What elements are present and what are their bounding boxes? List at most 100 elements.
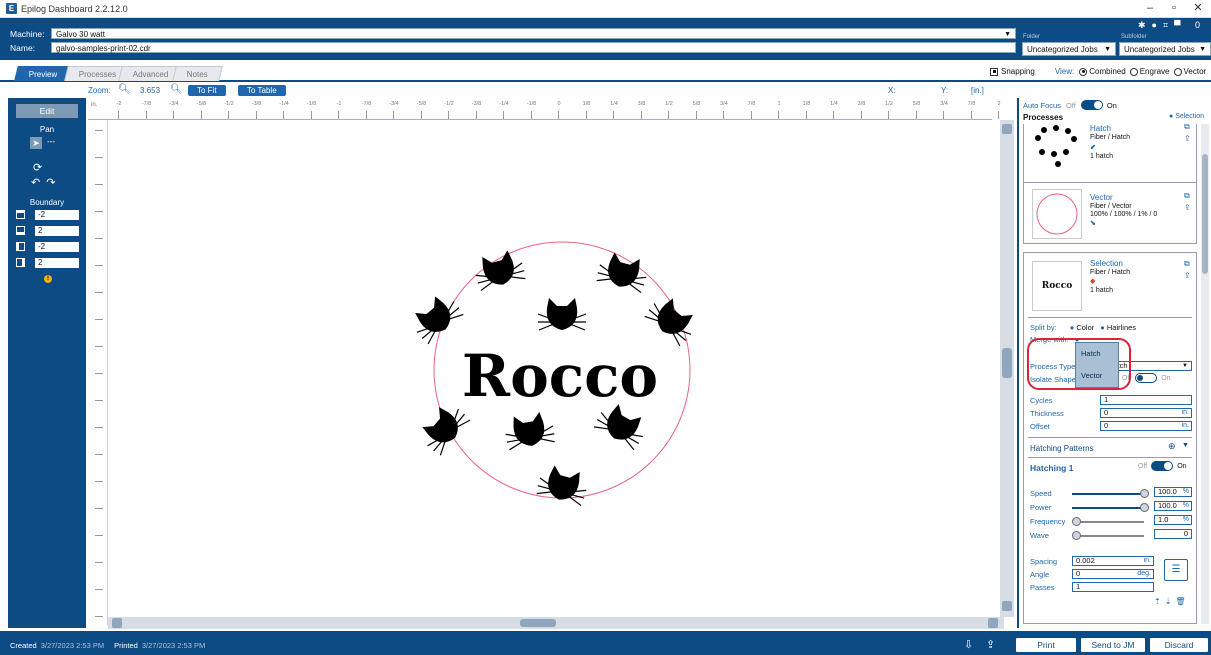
move-up-icon[interactable]: ⇡ [1154,597,1165,606]
panel-scrollbar[interactable] [1201,124,1209,624]
import-icon[interactable]: ⇩ [964,638,973,651]
job-header: Machine: Galvo 30 watt ▼ Name: galvo-sam… [0,18,1211,60]
zoom-in-icon[interactable]: 🔍︎ [170,84,183,95]
view-engrave-radio[interactable]: Engrave [1129,67,1170,76]
passes-input[interactable]: 1 [1072,582,1154,592]
to-fit-button[interactable]: To Fit [188,85,226,96]
redo-icon[interactable]: ↷ [46,177,61,189]
export-icon[interactable]: ⇪ [1184,271,1191,280]
queue-count: 0 [1194,20,1200,30]
boundary-bottom-input[interactable]: 2 [35,226,79,236]
ruler-tick [95,130,103,131]
split-color-option[interactable]: ● Color [1070,323,1095,332]
passes-label: Passes [1030,583,1055,592]
print-button[interactable]: Print [1016,638,1076,652]
offset-input[interactable]: 0 in. [1100,421,1192,431]
process-card-hatch[interactable]: Hatch Fiber / Hatch ⬋ 1 hatch ⧉ ⇪ [1023,122,1197,186]
maximize-button[interactable]: ▫ [1163,1,1185,16]
frequency-input[interactable]: 1.0% [1154,515,1192,525]
chevron-down-icon[interactable]: ▼ [1182,442,1189,449]
vertical-scroll-thumb[interactable] [1002,348,1012,378]
view-combined-radio[interactable]: Combined [1079,67,1126,76]
close-button[interactable]: ✕ [1187,1,1209,16]
ruler-tick [95,319,103,320]
duplicate-icon[interactable]: ⧉ [1184,191,1190,201]
scroll-down-icon[interactable] [1002,601,1012,611]
divider [1028,437,1192,438]
help-icon[interactable]: ● [1152,20,1163,30]
thickness-input[interactable]: 0 in. [1100,408,1192,418]
settings-icon[interactable]: ✱ [1138,20,1152,30]
hatching-1-label: Hatching 1 [1030,463,1074,473]
printed-value: 3/27/2023 2:53 PM [141,641,206,650]
ruler-tick [915,111,917,119]
machine-value: Galvo 30 watt [56,30,105,39]
cycles-input[interactable]: 1 [1100,395,1192,405]
boundary-left-icon [16,242,25,251]
speed-input[interactable]: 100.0% [1154,487,1192,497]
minimize-button[interactable]: – [1139,1,1161,16]
undo-icon[interactable]: ↶ [31,177,46,189]
edit-button[interactable]: Edit [16,104,78,118]
wave-slider[interactable] [1072,531,1144,540]
name-field[interactable]: galvo-samples-print-02.cdr [51,42,1016,53]
refresh-icon[interactable]: ⟳ [33,161,42,174]
export-job-icon[interactable]: ⇪ [986,638,995,651]
wave-slider-knob[interactable] [1072,531,1081,540]
machine-select[interactable]: Galvo 30 watt ▼ [51,28,1016,39]
ruler-tick [95,184,103,185]
snapping-checkbox[interactable] [990,67,998,76]
wave-input[interactable]: 0 [1154,529,1192,539]
frequency-slider[interactable] [1072,517,1144,526]
add-pattern-icon[interactable]: ⊕ [1168,441,1176,452]
to-table-button[interactable]: To Table [238,85,286,96]
power-slider[interactable] [1072,503,1149,512]
discard-button[interactable]: Discard [1150,638,1208,652]
subfolder-select[interactable]: Uncategorized Jobs ▼ [1119,42,1211,56]
scroll-right-icon[interactable] [988,618,998,628]
warning-icon[interactable]: ! [44,275,52,283]
spacing-input[interactable]: 0.002 in. [1072,556,1154,566]
pointer-tool-icon[interactable]: ➤ [30,137,42,149]
process-card-vector[interactable]: Vector Fiber / Vector 100% / 100% / 1% /… [1023,182,1197,244]
power-slider-knob[interactable] [1140,503,1149,512]
panel-scroll-thumb[interactable] [1202,154,1208,274]
view-vector-radio[interactable]: Vector [1173,67,1206,76]
split-hairlines-option[interactable]: ● Hairlines [1100,323,1136,332]
power-input[interactable]: 100.0% [1154,501,1192,511]
pan-tool-icon[interactable]: --- [47,137,55,146]
tab-notes[interactable]: Notes [172,66,223,81]
folder-select[interactable]: Uncategorized Jobs ▼ [1022,42,1116,56]
ruler-tick [503,111,504,119]
vertical-scrollbar[interactable] [1000,120,1014,617]
boundary-right-input[interactable]: 2 [35,258,79,268]
scroll-up-icon[interactable] [1002,124,1012,134]
design-canvas[interactable]: Rocco [108,120,990,617]
horizontal-scrollbar[interactable] [108,617,1004,629]
boundary-left-input[interactable]: -2 [35,242,79,252]
auto-focus-toggle[interactable] [1080,100,1103,110]
export-icon[interactable]: ⇪ [1184,134,1191,143]
zoom-out-icon[interactable]: 🔍︎ [118,84,131,95]
horizontal-scroll-thumb[interactable] [520,619,556,627]
duplicate-icon[interactable]: ⧉ [1184,122,1190,132]
speed-slider-knob[interactable] [1140,489,1149,498]
printer-icon[interactable]: ▀ [1174,20,1186,30]
send-to-jm-button[interactable]: Send to JM [1081,638,1145,652]
card-title: Vector [1090,193,1113,202]
hatching-1-toggle[interactable] [1151,461,1174,471]
angle-input[interactable]: 0 deg. [1072,569,1154,579]
canvas-artwork: Rocco [406,241,702,507]
speed-slider[interactable] [1072,489,1149,498]
camera-icon[interactable]: ⌗ [1163,20,1174,30]
frequency-slider-knob[interactable] [1072,517,1081,526]
duplicate-icon[interactable]: ⧉ [1184,259,1190,269]
selection-link[interactable]: ● Selection [1169,113,1204,120]
delete-icon[interactable]: 🗑︎ [1175,597,1189,606]
export-icon[interactable]: ⇪ [1184,203,1191,212]
hatch-settings-icon[interactable]: ☰ [1164,559,1188,581]
move-down-icon[interactable]: ⇣ [1165,597,1176,606]
boundary-top-input[interactable]: -2 [35,210,79,220]
scroll-left-icon[interactable] [112,618,122,628]
isolate-shapes-toggle[interactable] [1135,373,1158,383]
